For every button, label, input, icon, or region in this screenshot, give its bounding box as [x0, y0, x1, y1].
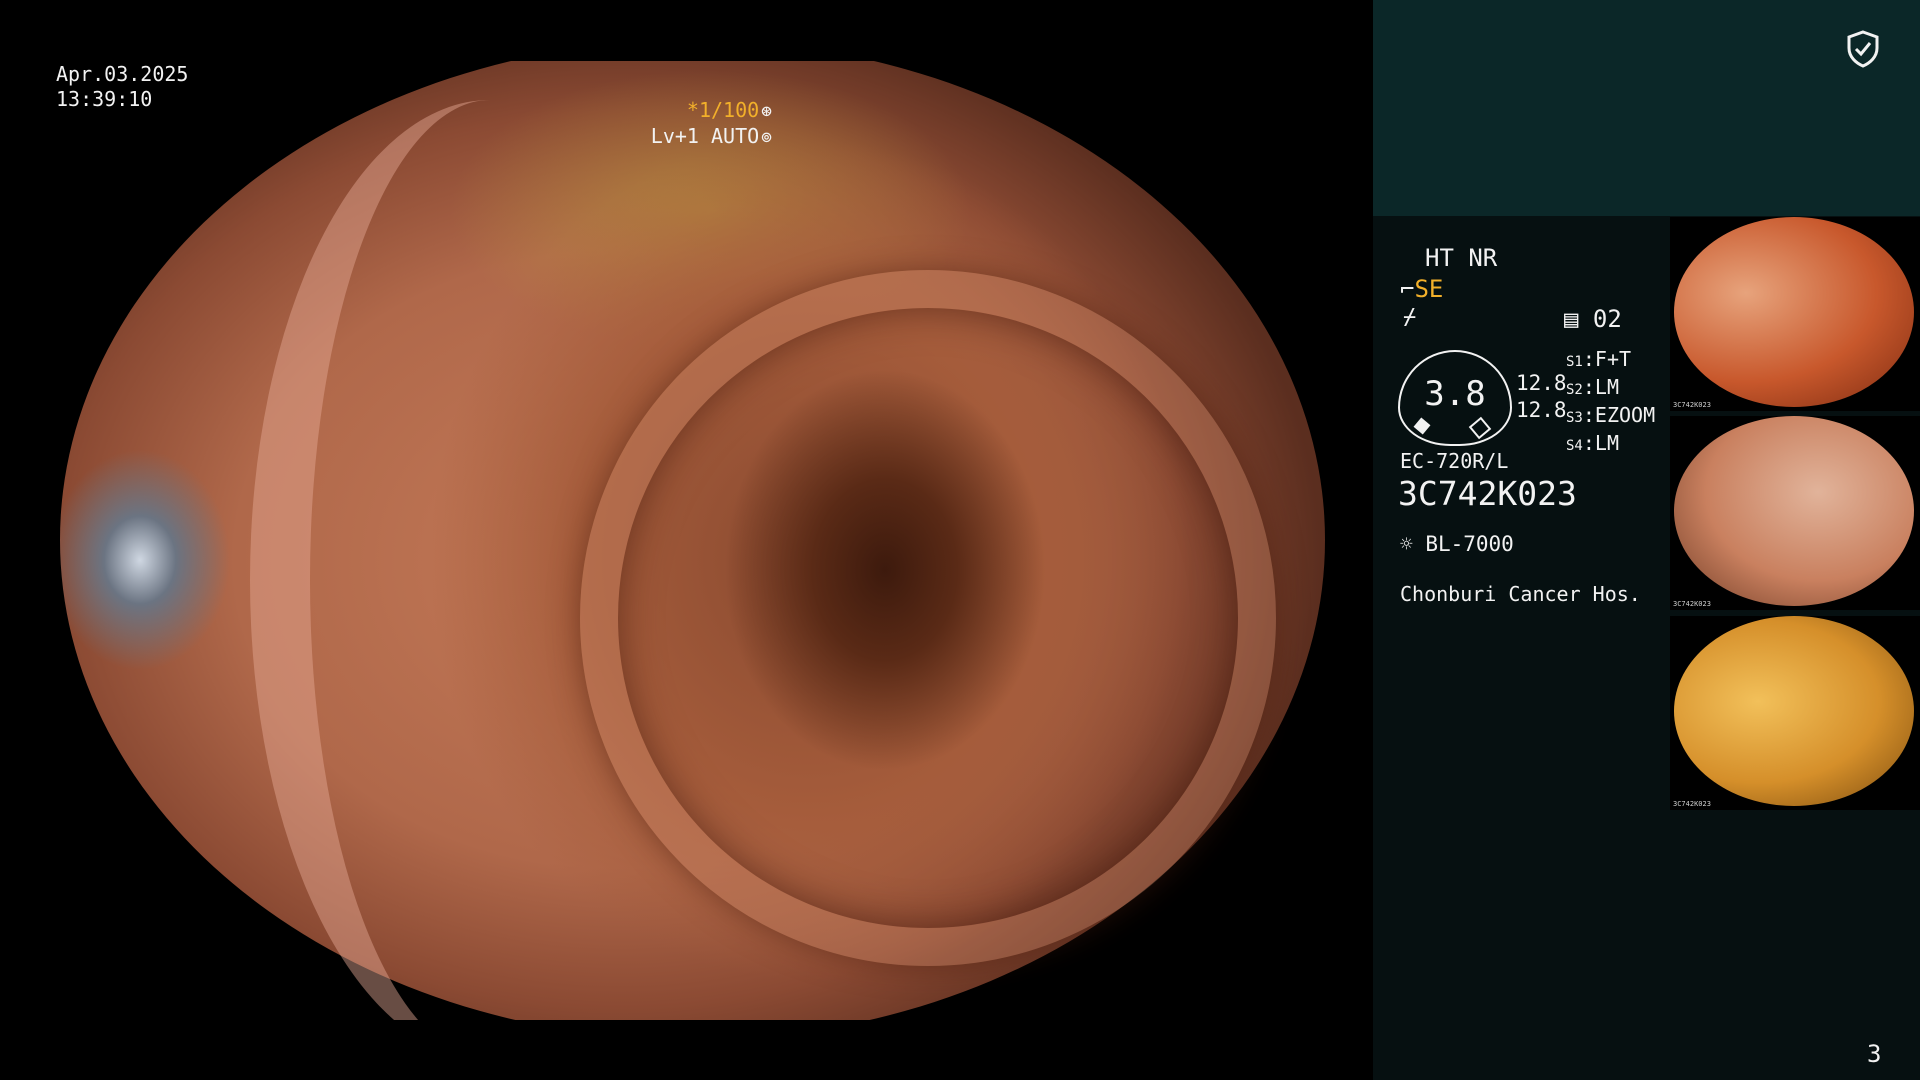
shutter-text: *1/100 — [686, 98, 760, 122]
date-text: Apr.03.2025 — [56, 62, 189, 86]
scope-model: EC-720R/L — [1400, 449, 1509, 473]
setting-value: F+T — [1594, 347, 1632, 371]
thumbnail-caption: 3C742K023 — [1673, 800, 1711, 808]
thumbnail-caption: 3C742K023 — [1673, 600, 1711, 608]
setting-key: S1 — [1566, 354, 1583, 370]
info-side-panel: HT NR ⌐SE ⌿ ▤ 02 3.8 12.8 12.8 S1:F+T S2… — [1373, 0, 1920, 1080]
thumbnail-caption: 3C742K023 — [1673, 401, 1711, 409]
mucosal-fold-ring — [580, 270, 1276, 966]
setting-key: S3 — [1566, 410, 1583, 426]
endoscopy-image — [60, 61, 1325, 1020]
aperture-icon: ⊛ — [761, 101, 772, 122]
panel-header — [1373, 0, 1920, 216]
thumbnail-image — [1674, 616, 1914, 806]
exposure-overlay: *1/100 ⊛ Lv+1 AUTO ⊚ — [651, 98, 772, 150]
gauge-value-2: 12.8 — [1516, 398, 1567, 422]
datetime-overlay: Apr.03.2025 13:39:10 — [56, 62, 188, 112]
capture-thumbnail[interactable]: 3C742K023 — [1670, 416, 1920, 610]
scope-tip-icon: ⌐ — [1400, 275, 1415, 303]
thumbnail-image — [1674, 416, 1914, 606]
list-icon: ▤ — [1564, 305, 1579, 333]
shield-check-icon — [1847, 30, 1879, 68]
setting-value: LM — [1594, 375, 1619, 399]
iris-icon: ⊚ — [761, 127, 772, 148]
mode-row: ▤ 02 — [1564, 305, 1622, 333]
light-source-row: ☼ BL-7000 — [1400, 532, 1514, 556]
setting-value: EZOOM — [1594, 403, 1656, 427]
gauge-value-1: 12.8 — [1516, 371, 1567, 395]
se-label: SE — [1414, 275, 1444, 303]
pressure-gauge: 3.8 — [1398, 350, 1512, 446]
gauge-marker-right — [1468, 416, 1492, 440]
enhance-status: HT NR — [1425, 244, 1498, 272]
setting-value: LM — [1594, 431, 1619, 455]
level-text: Lv+1 AUTO — [650, 124, 760, 148]
gauge-value: 3.8 — [1424, 374, 1486, 414]
thumbnail-image — [1674, 217, 1914, 407]
setting-key: S2 — [1566, 382, 1583, 398]
time-text: 13:39:10 — [56, 87, 153, 111]
gauge-marker-left — [1413, 417, 1431, 435]
setting-key: S4 — [1566, 438, 1583, 454]
light-source: BL-7000 — [1425, 532, 1514, 556]
switch-settings: S1:F+T S2:LM S3:EZOOM S4:LM — [1566, 347, 1656, 455]
capture-thumbnail[interactable]: 3C742K023 — [1670, 616, 1920, 810]
scope-serial: 3C742K023 — [1398, 474, 1577, 513]
lightning-icon: ⌿ — [1403, 305, 1417, 330]
hospital-name: Chonburi Cancer Hos. — [1400, 582, 1641, 606]
capture-thumbnail[interactable]: 3C742K023 — [1670, 217, 1920, 411]
gauge-values: 12.8 12.8 — [1516, 370, 1567, 424]
light-source-icon: ☼ — [1400, 532, 1413, 556]
endoscope-main-view: Apr.03.2025 13:39:10 *1/100 ⊛ Lv+1 AUTO ⊚ — [0, 0, 1373, 1080]
page-number: 3 — [1867, 1040, 1882, 1068]
se-row: ⌐SE — [1400, 275, 1443, 303]
mode-value: 02 — [1592, 305, 1622, 333]
